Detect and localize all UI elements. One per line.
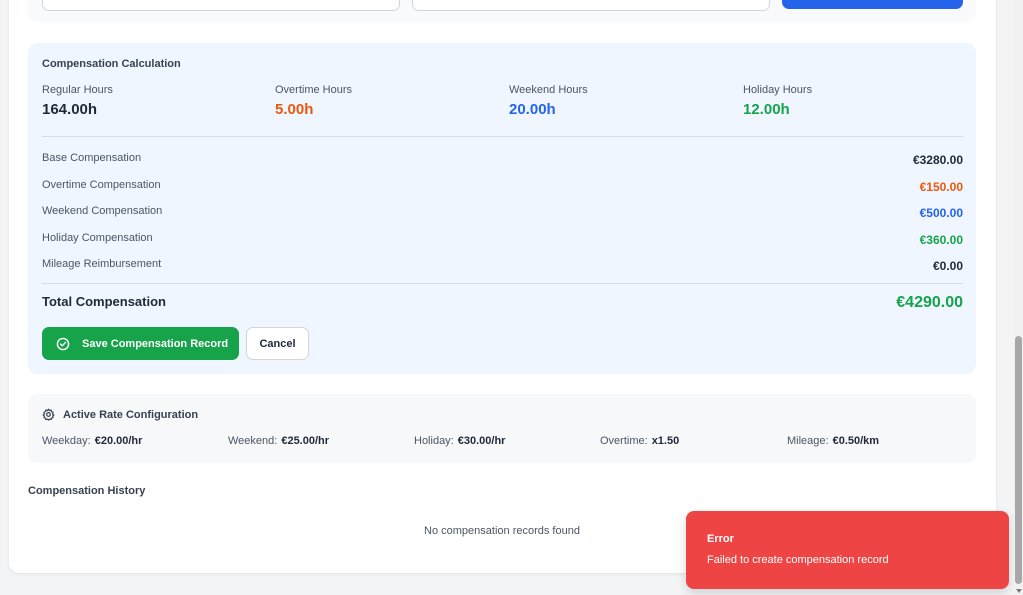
scrollbar-thumb[interactable] [1015,336,1022,584]
line-value: €3280.00 [912,153,963,167]
line-label: Mileage Reimbursement [42,258,162,270]
overtime-compensation-row: Overtime Compensation €150.00 [42,179,963,195]
calculate-button[interactable] [782,0,963,9]
rate-label: Weekend: [228,435,278,447]
line-label: Holiday Compensation [42,232,153,244]
hours-value: 20.00h [509,101,556,118]
toast-message: Failed to create compensation record [707,554,889,566]
hours-label: Holiday Hours [743,84,813,96]
total-compensation-value: €4290.00 [896,294,963,311]
cancel-button-label: Cancel [259,337,296,350]
hours-label: Overtime Hours [275,84,353,96]
toast-title: Error [707,533,734,545]
scroll-down-arrow-icon[interactable] [1016,589,1022,593]
save-button-label: Save Compensation Record [82,337,229,350]
weekday-rate: Weekday: €20.00/hr [42,435,142,447]
compensation-calculation-panel: Compensation Calculation Regular Hours 1… [28,43,976,374]
hours-value: 164.00h [42,101,98,118]
overtime-hours-stat: Overtime Hours 5.00h [275,84,352,118]
rate-label: Mileage: [787,435,829,447]
line-value: €150.00 [919,180,963,194]
check-circle-icon [56,337,70,350]
calculation-title: Compensation Calculation [42,58,181,70]
divider [42,283,963,284]
rates-header: Active Rate Configuration [42,408,198,421]
rate-label: Holiday: [414,435,454,447]
rate-value: €25.00/hr [281,435,330,447]
mileage-rate: Mileage: €0.50/km [787,435,879,447]
holiday-compensation-row: Holiday Compensation €360.00 [42,232,963,248]
regular-hours-stat: Regular Hours 164.00h [42,84,113,118]
base-compensation-row: Base Compensation €3280.00 [42,152,963,168]
hours-value: 5.00h [275,101,314,118]
line-label: Weekend Compensation [42,205,163,217]
hours-label: Weekend Hours [509,84,588,96]
hours-label: Regular Hours [42,84,113,96]
weekend-rate: Weekend: €25.00/hr [228,435,329,447]
active-rate-configuration-panel: Active Rate Configuration Weekday: €20.00… [28,394,976,463]
line-label: Overtime Compensation [42,179,161,191]
weekend-compensation-row: Weekend Compensation €500.00 [42,205,963,221]
rate-value: €0.50/km [832,435,880,447]
divider [42,136,963,137]
total-compensation-label: Total Compensation [42,294,166,309]
save-compensation-button[interactable]: Save Compensation Record [42,327,239,360]
hours-value: 12.00h [743,101,790,118]
line-label: Base Compensation [42,152,142,164]
gear-icon [42,408,55,421]
filter-field-1[interactable] [42,0,400,11]
page-scrollbar[interactable] [1014,0,1023,595]
rate-value: €20.00/hr [94,435,143,447]
rate-label: Overtime: [600,435,648,447]
mileage-reimbursement-row: Mileage Reimbursement €0.00 [42,258,963,274]
holiday-hours-stat: Holiday Hours 12.00h [743,84,812,118]
weekend-hours-stat: Weekend Hours 20.00h [509,84,588,118]
line-value: €360.00 [919,233,963,247]
line-value: €500.00 [919,206,963,220]
rates-title: Active Rate Configuration [63,408,199,421]
rate-value: x1.50 [651,435,680,447]
rate-label: Weekday: [42,435,91,447]
error-toast[interactable]: Error Failed to create compensation reco… [686,511,1009,589]
cancel-button[interactable]: Cancel [246,327,309,360]
compensation-history-title: Compensation History [28,485,146,497]
rate-value: €30.00/hr [457,435,506,447]
overtime-rate: Overtime: x1.50 [600,435,679,447]
filter-field-2[interactable] [412,0,770,11]
line-value: €0.00 [932,259,963,273]
holiday-rate: Holiday: €30.00/hr [414,435,505,447]
